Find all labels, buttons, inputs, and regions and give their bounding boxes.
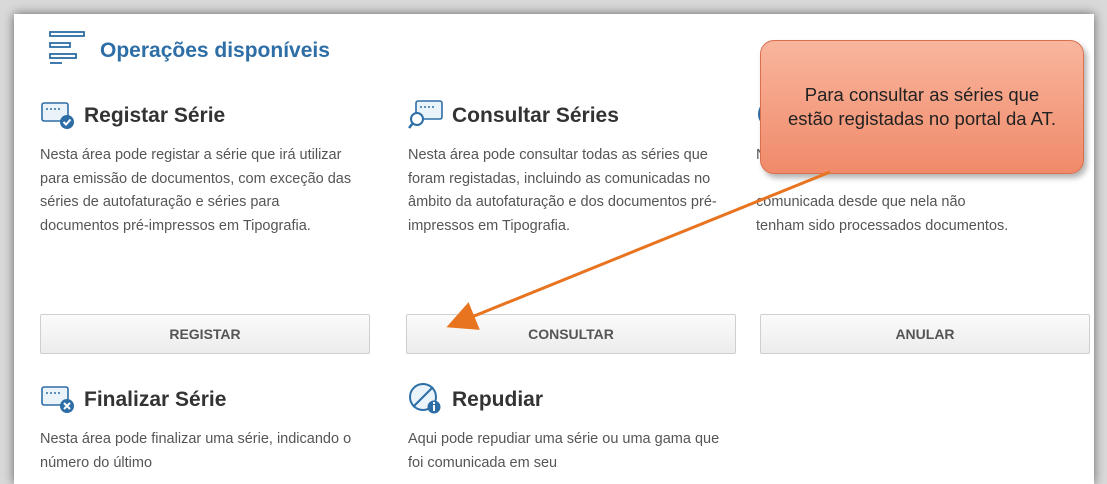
op-description: Nesta área pode consultar todas as série… <box>408 147 717 234</box>
op-description: Nesta área pode registar a série que irá… <box>40 147 352 234</box>
op-title: Repudiar <box>452 388 544 411</box>
operations-list-icon <box>48 30 88 71</box>
op-description: Aqui pode repudiar uma série ou uma gama… <box>408 431 720 471</box>
register-series-icon <box>40 98 76 135</box>
op-description: Nesta área pode finalizar uma série, ind… <box>40 431 352 471</box>
register-button[interactable]: REGISTAR <box>40 314 370 354</box>
cancel-button[interactable]: ANULAR <box>760 314 1090 354</box>
consult-button[interactable]: CONSULTAR <box>406 314 736 354</box>
page-title: Operações disponíveis <box>100 38 330 62</box>
op-repudiate: Repudiar Aqui pode repudiar uma série ou… <box>408 382 743 475</box>
op-title: Finalizar Série <box>84 388 227 411</box>
callout-box: Para consultar as séries que estão regis… <box>760 40 1084 174</box>
consult-series-icon <box>408 98 444 135</box>
section-header: Operações disponíveis <box>48 30 330 71</box>
repudiate-icon <box>408 382 444 419</box>
op-register-series: Registar Série Nesta área pode registar … <box>40 100 375 238</box>
finalize-series-icon <box>40 382 76 419</box>
op-consult-series: Consultar Séries Nesta área pode consult… <box>408 98 743 238</box>
op-title: Registar Série <box>84 104 226 127</box>
op-finalize-series: Finalizar Série Nesta área pode finaliza… <box>40 384 375 475</box>
callout-text: Para consultar as séries que estão regis… <box>787 84 1057 129</box>
op-title: Consultar Séries <box>452 104 619 127</box>
